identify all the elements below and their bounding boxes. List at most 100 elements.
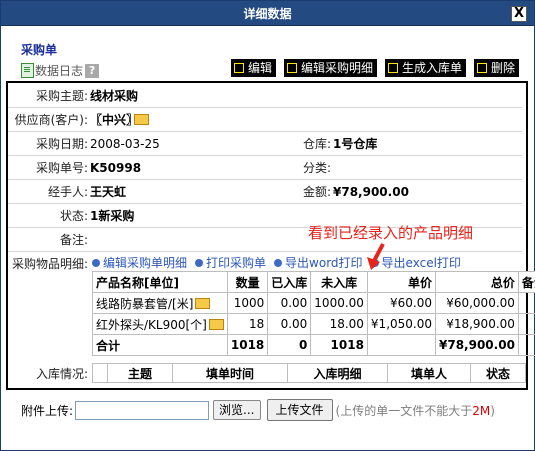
upload-note: (上传的单一文件不能大于2M) xyxy=(336,402,495,419)
total-notin: 1018 xyxy=(310,334,368,356)
upload-note-text: (上传的单一文件不能大于 xyxy=(335,403,473,418)
col-time: 填单时间 xyxy=(172,363,288,383)
col-name: 产品名称[单位] xyxy=(92,271,228,293)
divider xyxy=(8,107,522,108)
category-label: 分类: xyxy=(302,161,331,175)
item-name: 红外探头/KL900[个] xyxy=(96,317,207,332)
subject-value: 线材采购 xyxy=(90,89,139,103)
upload-row: 附件上传: 浏览... 上传文件 (上传的单一文件不能大于2M) xyxy=(21,399,495,421)
export-excel-label: 导出excel打印 xyxy=(381,256,461,270)
date-label: 采购日期: xyxy=(35,137,88,151)
edit-items-link[interactable]: 编辑采购单明细 xyxy=(92,254,187,271)
inbound-table: 主题 填单时间 入库明细 填单人 状态 xyxy=(92,363,526,383)
total-in: 0 xyxy=(267,334,312,356)
amount-label: 金额: xyxy=(302,185,331,199)
items-label: 采购物品明细: xyxy=(11,257,88,271)
print-link[interactable]: 打印采购单 xyxy=(195,254,266,271)
items-table: 产品名称[单位] 数量 已入库 未入库 单价 总价 备注 线路防暴套管/[米] … xyxy=(92,271,535,356)
file-path-input[interactable] xyxy=(75,400,210,420)
divider xyxy=(8,203,522,204)
folder-icon[interactable] xyxy=(134,114,149,125)
total-price xyxy=(366,334,437,356)
item-in: 0.00 xyxy=(267,313,312,335)
warehouse-label: 仓库: xyxy=(302,137,331,151)
edit-button[interactable]: 编辑 xyxy=(231,59,277,77)
close-button[interactable]: X xyxy=(511,6,527,22)
status-label: 状态: xyxy=(59,209,88,223)
bullet-icon xyxy=(92,258,100,267)
item-name-cell: 红外探头/KL900[个] xyxy=(92,313,228,335)
item-links: 编辑采购单明细 打印采购单 导出word打印 导出excel打印 xyxy=(92,254,469,271)
col-price: 单价 xyxy=(366,271,437,293)
upload-button[interactable]: 上传文件 xyxy=(266,399,333,421)
col-total: 总价 xyxy=(435,271,519,293)
item-remark xyxy=(517,292,535,314)
create-inbound-button[interactable]: 生成入库单 xyxy=(385,59,467,77)
total-label: 合计 xyxy=(92,334,228,356)
divider xyxy=(8,251,522,252)
upload-note-end: ) xyxy=(490,403,495,418)
square-icon xyxy=(287,63,298,73)
col-status: 状态 xyxy=(470,363,526,383)
export-word-link[interactable]: 导出word打印 xyxy=(274,254,363,271)
col-notin: 未入库 xyxy=(310,271,368,293)
item-price: ¥1,050.00 xyxy=(366,313,437,335)
handler-label: 经手人: xyxy=(47,185,88,199)
item-remark xyxy=(517,313,535,335)
inbound-label: 入库情况: xyxy=(35,367,88,381)
item-name: 线路防暴套管/[米] xyxy=(96,296,194,311)
delete-button[interactable]: 删除 xyxy=(474,59,520,77)
divider xyxy=(8,131,522,132)
col-filler: 填单人 xyxy=(387,363,471,383)
table-total-row: 合计 1018 0 1018 ¥78,900.00 xyxy=(92,334,535,356)
folder-icon[interactable] xyxy=(208,318,224,330)
item-qty: 18 xyxy=(226,313,269,335)
table-header-row: 产品名称[单位] 数量 已入库 未入库 单价 总价 备注 xyxy=(92,271,535,293)
detail-panel: 采购主题: 线材采购 供应商(客户): 〖中兴〗 采购日期: 2008-03-2… xyxy=(6,81,535,390)
remark-label: 备注: xyxy=(59,233,88,247)
col-subject: 主题 xyxy=(107,363,173,383)
supplier-value: 〖中兴〗 xyxy=(90,113,139,127)
item-total: ¥60,000.00 xyxy=(435,292,519,314)
title-bar: 详细数据 X xyxy=(1,1,534,26)
total-qty: 1018 xyxy=(226,334,269,356)
detail-window: 详细数据 X 采购单 数据日志 ? 编辑 编辑采购明细 生成入库单 删除 采购主… xyxy=(0,0,535,451)
item-total: ¥18,900.00 xyxy=(435,313,519,335)
square-icon xyxy=(234,63,244,73)
table-row: 红外探头/KL900[个] 18 0.00 18.00 ¥1,050.00 ¥1… xyxy=(92,313,535,335)
data-log-link[interactable]: 数据日志 ? xyxy=(21,62,100,79)
data-log-label: 数据日志 xyxy=(35,64,84,78)
item-in: 0.00 xyxy=(267,292,312,314)
date-value: 2008-03-25 xyxy=(90,137,160,151)
col-qty: 数量 xyxy=(226,271,269,293)
col-detail: 入库明细 xyxy=(287,363,388,383)
delete-label: 删除 xyxy=(491,61,516,75)
edit-label: 编辑 xyxy=(248,61,273,75)
divider xyxy=(8,155,522,156)
folder-icon[interactable] xyxy=(195,297,211,309)
edit-detail-button[interactable]: 编辑采购明细 xyxy=(284,59,378,77)
item-price: ¥60.00 xyxy=(366,292,437,314)
edit-detail-label: 编辑采购明细 xyxy=(301,61,374,75)
edit-items-label: 编辑采购单明细 xyxy=(103,256,188,270)
table-row: 线路防暴套管/[米] 1000 0.00 1000.00 ¥60.00 ¥60,… xyxy=(92,292,535,314)
browse-button[interactable]: 浏览... xyxy=(213,400,261,420)
item-name-cell: 线路防暴套管/[米] xyxy=(92,292,228,314)
col-remark: 备注 xyxy=(517,271,535,293)
upload-size-limit: 2M xyxy=(472,403,491,418)
help-icon[interactable]: ? xyxy=(85,63,100,78)
create-inbound-label: 生成入库单 xyxy=(402,61,463,75)
subject-label: 采购主题: xyxy=(35,89,88,103)
window-title: 详细数据 xyxy=(243,7,292,21)
handler-value: 王天虹 xyxy=(90,185,127,199)
item-notin: 1000.00 xyxy=(310,292,368,314)
table-header-row: 主题 填单时间 入库明细 填单人 状态 xyxy=(92,363,526,383)
document-icon xyxy=(21,63,34,78)
amount-value: ¥78,900.00 xyxy=(333,185,409,199)
col-blank xyxy=(92,363,108,383)
bullet-icon xyxy=(274,258,283,267)
supplier-label: 供应商(客户): xyxy=(14,113,88,127)
item-notin: 18.00 xyxy=(310,313,368,335)
print-label: 打印采购单 xyxy=(206,256,267,270)
square-icon xyxy=(388,63,399,73)
